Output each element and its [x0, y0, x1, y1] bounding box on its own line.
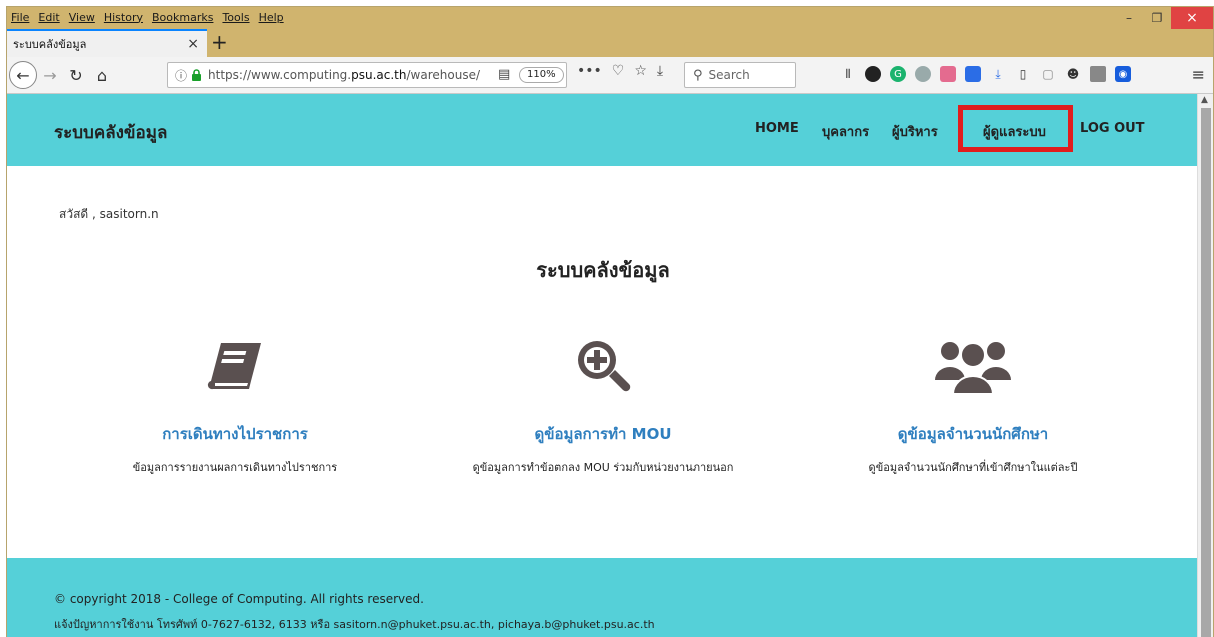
page-icon[interactable]: ▢ — [1040, 66, 1056, 82]
home-icon: ⌂ — [96, 65, 108, 85]
pocket-icon[interactable]: ♡ — [612, 63, 625, 79]
book-icon — [207, 343, 261, 390]
menu-bar: File Edit View History Bookmarks Tools H… — [7, 7, 1213, 27]
nav-logout[interactable]: LOG OUT — [1080, 121, 1145, 136]
menu-edit[interactable]: Edit — [38, 11, 59, 24]
menu-bookmarks[interactable]: Bookmarks — [152, 11, 213, 24]
arrow-left-icon: ← — [16, 65, 30, 85]
feature-title[interactable]: ดูข้อมูลการทำ MOU — [423, 422, 783, 446]
url-path: /warehouse/ — [406, 68, 481, 82]
footer-copyright: © copyright 2018 - College of Computing.… — [54, 592, 424, 606]
feature-students[interactable]: ดูข้อมูลจำนวนนักศึกษา ดูข้อมูลจำนวนนักศึ… — [793, 334, 1153, 476]
extension-blue-icon[interactable] — [965, 66, 981, 82]
extension-mask-icon[interactable]: ☻ — [1065, 66, 1081, 82]
tab-strip: ระบบคลังข้อมูล × + — [7, 29, 1213, 57]
library-icon[interactable]: ⫴ — [840, 66, 856, 82]
url-bar[interactable]: ⓘ https://www.computing.psu.ac.th/wareho… — [167, 62, 567, 88]
url-prefix: https://www.computing. — [208, 68, 352, 82]
url-text: https://www.computing.psu.ac.th/warehous… — [208, 68, 480, 82]
search-plus-icon — [578, 341, 631, 392]
scrollbar-thumb[interactable] — [1201, 108, 1211, 637]
menu-history[interactable]: History — [104, 11, 143, 24]
home-button[interactable]: ⌂ — [89, 62, 115, 88]
search-placeholder: Search — [708, 68, 750, 82]
reload-icon: ↻ — [69, 65, 83, 85]
zoom-indicator[interactable]: 110% — [519, 67, 564, 83]
more-actions-icon[interactable]: ••• — [577, 63, 602, 79]
feature-travel[interactable]: การเดินทางไปราชการ ข้อมูลการรายงานผลการเ… — [55, 334, 415, 476]
extension-dark-icon[interactable] — [865, 66, 881, 82]
menu-view[interactable]: View — [69, 11, 95, 24]
close-window-button[interactable]: × — [1171, 7, 1213, 29]
extension-bitwarden-icon[interactable]: ◉ — [1115, 66, 1131, 82]
footer-contact: แจ้งปัญหาการใช้งาน โทรศัพท์ 0-7627-6132,… — [54, 618, 655, 631]
feature-mou[interactable]: ดูข้อมูลการทำ MOU ดูข้อมูลการทำข้อตกลง M… — [423, 334, 783, 476]
page-viewport: ระบบคลังข้อมูล HOME บุคลากร ผู้บริหาร ผู… — [7, 94, 1199, 637]
site-footer: © copyright 2018 - College of Computing.… — [7, 558, 1199, 637]
window-controls: – ❐ × — [1115, 7, 1213, 29]
scroll-up-icon[interactable]: ▲ — [1201, 95, 1208, 105]
reader-view-icon[interactable]: ▤ — [498, 67, 510, 82]
feature-desc: ข้อมูลการรายงานผลการเดินทางไปราชการ — [132, 461, 338, 474]
nav-personnel[interactable]: บุคลากร — [822, 121, 869, 142]
browser-chrome: File Edit View History Bookmarks Tools H… — [7, 7, 1213, 94]
tab-active[interactable]: ระบบคลังข้อมูล × — [7, 29, 207, 57]
page-title: ระบบคลังข้อมูล — [536, 258, 670, 282]
new-tab-button[interactable]: + — [211, 30, 228, 54]
sidebar-icon[interactable]: ▯ — [1015, 66, 1031, 82]
feature-desc: ดูข้อมูลจำนวนนักศึกษาที่เข้าศึกษาในแต่ละ… — [868, 461, 1078, 474]
tab-title: ระบบคลังข้อมูล — [13, 38, 87, 51]
extension-gear-icon[interactable] — [915, 66, 931, 82]
nav-home[interactable]: HOME — [755, 121, 799, 136]
grammarly-icon[interactable]: G — [890, 66, 906, 82]
menu-help[interactable]: Help — [259, 11, 284, 24]
users-icon — [935, 342, 1011, 395]
browser-window: File Edit View History Bookmarks Tools H… — [6, 6, 1214, 637]
download-manager-icon[interactable]: ⤓ — [990, 66, 1006, 82]
feature-title[interactable]: การเดินทางไปราชการ — [55, 422, 415, 446]
maximize-button[interactable]: ❐ — [1143, 7, 1171, 29]
menu-file[interactable]: File — [11, 11, 29, 24]
page-actions: ••• ♡ ☆ ⤓ — [577, 63, 663, 79]
forward-button[interactable]: → — [37, 62, 63, 88]
greeting-text: สวัสดี , sasitorn.n — [59, 207, 159, 221]
nav-toolbar: ← → ↻ ⌂ ⓘ https://www.computing.psu.ac.t… — [7, 57, 1213, 94]
bookmark-star-icon[interactable]: ☆ — [634, 63, 647, 79]
back-button[interactable]: ← — [9, 61, 37, 89]
feature-title[interactable]: ดูข้อมูลจำนวนนักศึกษา — [793, 422, 1153, 446]
menu-tools[interactable]: Tools — [222, 11, 249, 24]
vertical-scrollbar[interactable]: ▲ — [1197, 94, 1213, 637]
minimize-button[interactable]: – — [1115, 7, 1143, 29]
nav-executive[interactable]: ผู้บริหาร — [892, 121, 938, 142]
download-icon[interactable]: ⤓ — [657, 63, 663, 79]
highlight-box — [958, 105, 1073, 152]
toolbar-extensions: ⫴ G ⤓ ▯ ▢ ☻ ◉ — [840, 66, 1131, 82]
menu-hamburger-icon[interactable]: ≡ — [1192, 65, 1205, 84]
url-host: psu.ac.th — [351, 68, 407, 82]
feature-desc: ดูข้อมูลการทำข้อตกลง MOU ร่วมกับหน่วยงาน… — [472, 461, 734, 474]
site-header: ระบบคลังข้อมูล HOME บุคลากร ผู้บริหาร ผู… — [7, 94, 1199, 166]
search-icon: ⚲ — [693, 67, 703, 83]
info-icon[interactable]: ⓘ — [175, 67, 187, 84]
arrow-right-icon: → — [43, 65, 57, 85]
tab-close-icon[interactable]: × — [187, 36, 199, 52]
extension-grey-icon[interactable] — [1090, 66, 1106, 82]
lock-icon — [192, 69, 202, 81]
reload-button[interactable]: ↻ — [63, 62, 89, 88]
extension-pink-icon[interactable] — [940, 66, 956, 82]
search-box[interactable]: ⚲ Search — [684, 62, 796, 88]
